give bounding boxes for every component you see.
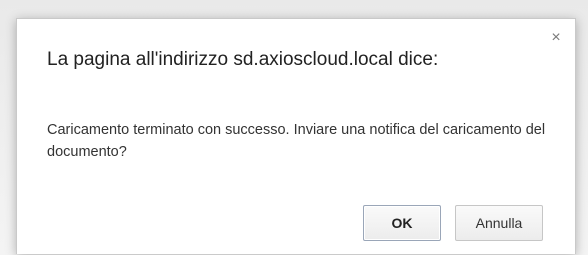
cancel-button[interactable]: Annulla bbox=[455, 205, 543, 241]
ok-button[interactable]: OK bbox=[363, 205, 441, 241]
dialog-button-row: OK Annulla bbox=[363, 205, 543, 241]
alert-dialog: × La pagina all'indirizzo sd.axioscloud.… bbox=[16, 18, 576, 254]
dialog-title: La pagina all'indirizzo sd.axioscloud.lo… bbox=[47, 49, 439, 70]
dialog-message: Caricamento terminato con successo. Invi… bbox=[47, 122, 546, 160]
close-icon[interactable]: × bbox=[547, 29, 565, 47]
